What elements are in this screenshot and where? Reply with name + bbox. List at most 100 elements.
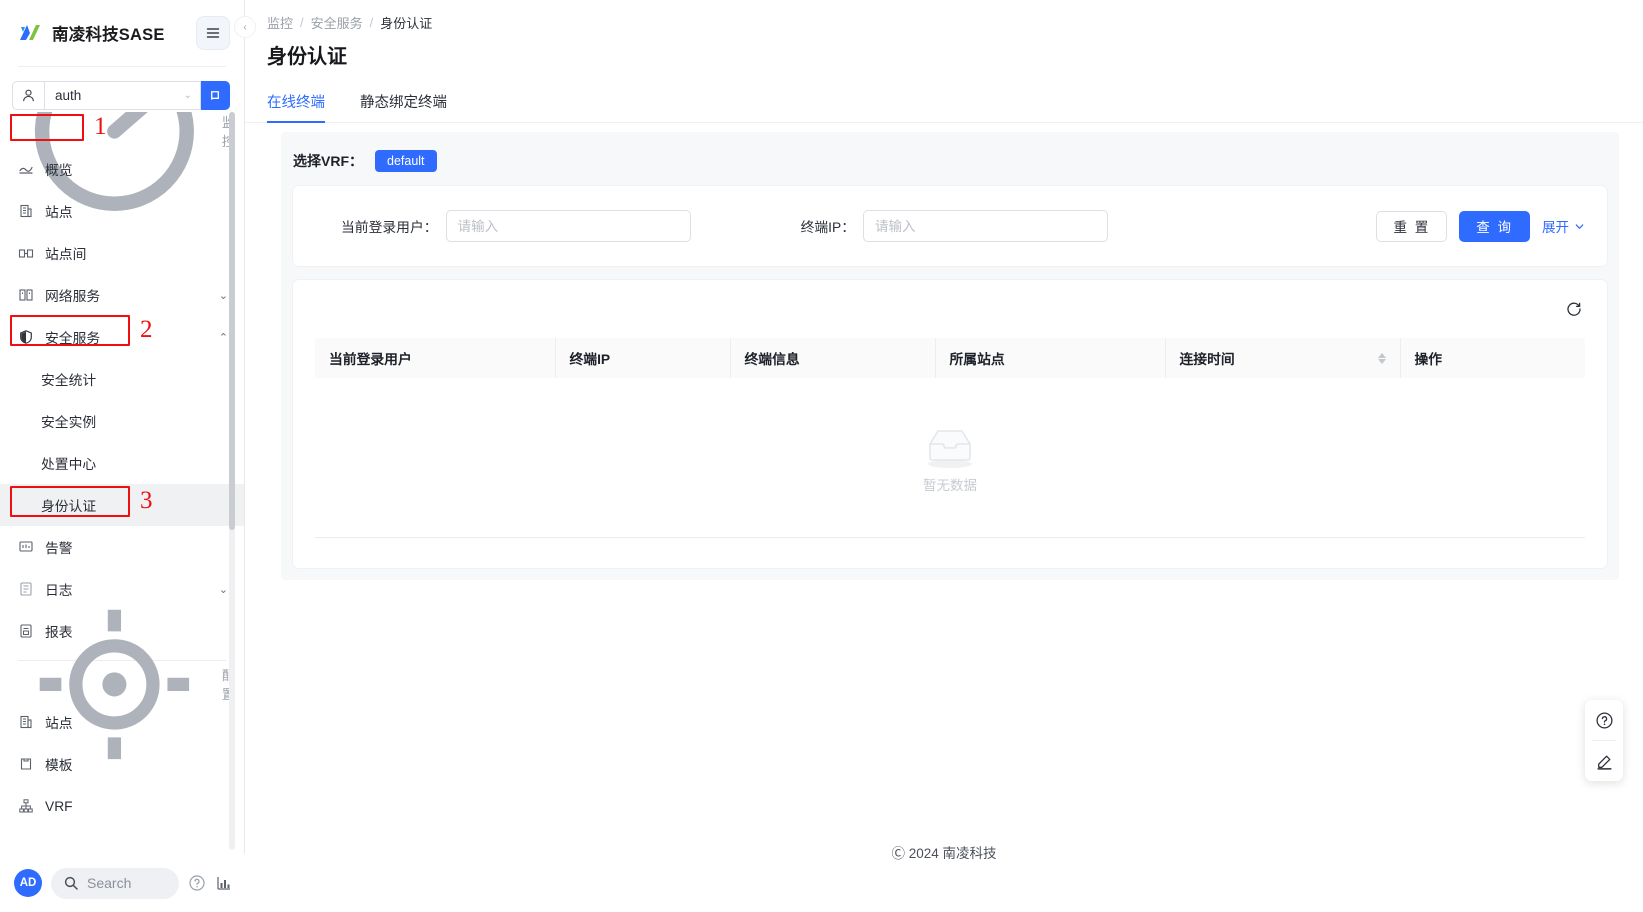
sidebar-subitem-security-stats-label: 安全统计: [41, 373, 97, 388]
column-header-actions[interactable]: 操作: [1400, 338, 1585, 378]
table-empty-state: 暂无数据: [315, 378, 1585, 538]
sidebar-item-site-label: 站点: [45, 205, 73, 220]
breadcrumb-item-0[interactable]: 监控: [267, 13, 293, 32]
column-header-current-user-label: 当前登录用户: [329, 352, 412, 367]
terminal-ip-input[interactable]: [863, 210, 1109, 242]
sidebar: 南凌科技SASE auth ⌄ 概览 站点 站点间 网络服务 ⌄ 安全服务 ⌃ …: [0, 0, 245, 912]
table-header-row: 当前登录用户 终端IP 终端信息 所属站点 连接时间 操作: [315, 338, 1585, 378]
org-go-button[interactable]: [201, 81, 230, 110]
column-header-terminal-info[interactable]: 终端信息: [730, 338, 936, 378]
content-panel: 选择VRF： default 当前登录用户： 终端IP： 重 置 查 询 展开: [281, 132, 1619, 580]
field-terminal-ip: 终端IP：: [800, 210, 1109, 242]
caret-down-icon: [1377, 358, 1386, 364]
sidebar-nav-scroll[interactable]: 监控 概览 站点: [0, 112, 244, 854]
help-circle-icon: [1595, 711, 1613, 729]
column-header-connect-time-label: 连接时间: [1179, 352, 1235, 367]
column-header-site[interactable]: 所属站点: [935, 338, 1166, 378]
tab-online-terminal-label: 在线终端: [267, 95, 325, 111]
caret-up-icon: [1377, 352, 1386, 358]
chevron-down-icon: [1575, 223, 1584, 229]
fab-help-button[interactable]: [1585, 700, 1623, 740]
filter-card: 当前登录用户： 终端IP： 重 置 查 询 展开: [293, 186, 1607, 266]
tab-static-bound-terminal-label: 静态绑定终端: [360, 95, 447, 111]
vrf-selector-row: 选择VRF： default: [281, 132, 1619, 172]
sidebar-nav-list: 监控 概览 站点: [0, 112, 244, 827]
search-input[interactable]: Search: [51, 867, 179, 899]
sidebar-scrollbar-track[interactable]: [229, 112, 235, 850]
sidebar-item-inter-site[interactable]: 站点间: [0, 232, 244, 274]
chevron-down-icon: ⌄: [183, 90, 192, 101]
sidebar-item-security-service[interactable]: 安全服务 ⌃: [0, 316, 244, 358]
column-header-current-user[interactable]: 当前登录用户: [315, 338, 556, 378]
field-current-user: 当前登录用户：: [341, 210, 691, 242]
refresh-icon[interactable]: [1565, 300, 1583, 318]
floating-action-rail: [1585, 700, 1623, 781]
table-empty-text: 暂无数据: [923, 477, 977, 493]
field-current-user-label: 当前登录用户：: [341, 220, 438, 235]
sidebar-subitem-security-instance-label: 安全实例: [41, 415, 97, 430]
expand-filters-link[interactable]: 展开: [1542, 216, 1585, 236]
sidebar-subitem-security-stats[interactable]: 安全统计: [0, 358, 244, 400]
sidebar-subitem-security-instance[interactable]: 安全实例: [0, 400, 244, 442]
table-card: 当前登录用户 终端IP 终端信息 所属站点 连接时间 操作 暂无数据: [293, 280, 1607, 568]
sidebar-scrollbar-thumb[interactable]: [229, 112, 235, 530]
chevron-down-icon: ⌄: [218, 289, 228, 302]
search-icon: [64, 876, 78, 890]
query-button[interactable]: 查 询: [1459, 210, 1530, 242]
main-content: 监控 / 安全服务 / 身份认证 身份认证 在线终端 静态绑定终端 选择VRF：…: [245, 0, 1643, 912]
sidebar-item-config-site-label: 站点: [45, 716, 73, 731]
hamburger-menu-icon[interactable]: [196, 16, 230, 50]
sidebar-group-monitor: 监控: [0, 112, 244, 211]
sort-toggle-connect-time[interactable]: [1377, 352, 1386, 364]
column-header-actions-label: 操作: [1414, 352, 1443, 367]
org-select-value[interactable]: auth ⌄: [44, 81, 201, 110]
chevron-left-icon: ‹: [243, 21, 247, 33]
brand-title: 南凌科技SASE: [52, 26, 165, 44]
org-selector[interactable]: auth ⌄: [12, 81, 230, 110]
sidebar-subitem-identity-auth[interactable]: 身份认证: [0, 484, 244, 526]
tab-static-bound-terminal[interactable]: 静态绑定终端: [360, 91, 447, 122]
breadcrumb-item-2: 身份认证: [380, 16, 433, 31]
sidebar-subitem-identity-auth-label: 身份认证: [41, 499, 97, 514]
chevron-up-icon: ⌃: [218, 331, 228, 344]
table-toolbar: [293, 280, 1607, 338]
sidebar-item-network-service[interactable]: 网络服务 ⌄: [0, 274, 244, 316]
fab-edit-button[interactable]: [1585, 741, 1623, 781]
config-target-icon: [39, 609, 190, 759]
reset-button[interactable]: 重 置: [1376, 210, 1448, 242]
tab-bar: 在线终端 静态绑定终端: [245, 69, 1643, 123]
help-circle-icon[interactable]: [188, 874, 206, 892]
brand-row: 南凌科技SASE: [0, 0, 244, 66]
sidebar-item-security-service-label: 安全服务: [45, 331, 101, 346]
breadcrumb-separator: /: [300, 15, 304, 30]
overview-icon: [19, 166, 33, 174]
breadcrumb: 监控 / 安全服务 / 身份认证: [245, 0, 1643, 32]
bar-chart-icon[interactable]: [215, 874, 233, 892]
vrf-chip-default[interactable]: default: [375, 150, 437, 172]
sidebar-item-vrf[interactable]: VRF: [0, 785, 244, 827]
search-placeholder: Search: [87, 875, 132, 891]
building-icon: [20, 715, 32, 729]
sidebar-item-alarm-label: 告警: [45, 541, 73, 556]
footer-copyright: Ⓒ 2024 南凌科技: [891, 846, 997, 861]
sidebar-group-config: 配置: [0, 609, 244, 759]
column-header-site-label: 所属站点: [949, 352, 1005, 367]
sidebar-subitem-disposal-center-label: 处置中心: [41, 457, 97, 472]
current-user-input[interactable]: [445, 210, 691, 242]
sites-link-icon: [18, 249, 34, 258]
sidebar-collapse-handle[interactable]: ‹: [234, 16, 256, 38]
breadcrumb-item-1[interactable]: 安全服务: [311, 13, 363, 32]
sidebar-item-alarm[interactable]: 告警: [0, 526, 244, 568]
network-service-icon: [19, 289, 33, 301]
column-header-connect-time[interactable]: 连接时间: [1165, 338, 1401, 378]
sidebar-item-inter-site-label: 站点间: [45, 247, 87, 262]
field-terminal-ip-label: 终端IP：: [800, 220, 856, 235]
column-header-terminal-ip[interactable]: 终端IP: [555, 338, 731, 378]
user-icon: [12, 81, 44, 110]
avatar[interactable]: AD: [14, 869, 42, 897]
brand-divider: [18, 66, 226, 67]
sidebar-item-template-label: 模板: [45, 758, 73, 773]
terminals-table: 当前登录用户 终端IP 终端信息 所属站点 连接时间 操作: [315, 338, 1585, 378]
sidebar-subitem-disposal-center[interactable]: 处置中心: [0, 442, 244, 484]
tab-online-terminal[interactable]: 在线终端: [267, 91, 325, 123]
